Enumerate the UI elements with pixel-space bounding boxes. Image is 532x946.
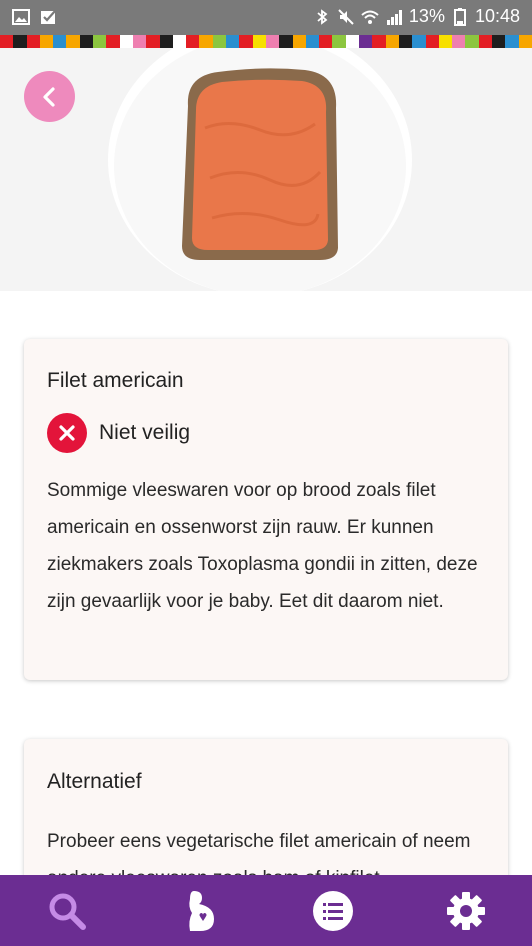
status-left-icons — [12, 8, 58, 26]
food-info-card: Filet americain Niet veilig Sommige vlee… — [24, 339, 508, 680]
stripe-segment — [332, 35, 346, 48]
stripe-segment — [13, 35, 27, 48]
stripe-segment — [159, 35, 173, 48]
stripe-segment — [26, 35, 40, 48]
food-hero-image — [0, 48, 532, 291]
back-button[interactable] — [24, 71, 75, 122]
stripe-segment — [505, 35, 519, 48]
stripe-segment — [106, 35, 120, 48]
battery-icon — [453, 7, 466, 26]
x-circle-icon — [47, 413, 87, 453]
stripe-segment — [518, 35, 532, 48]
nav-settings[interactable] — [399, 875, 532, 946]
battery-percent: 13% — [408, 6, 445, 26]
food-title: Filet americain — [47, 369, 184, 392]
stripe-segment — [212, 35, 227, 48]
stripe-segment — [478, 35, 492, 48]
stripe-segment — [132, 35, 147, 48]
stripe-segment — [425, 35, 439, 48]
status-bar: 13% 10:48 — [0, 0, 532, 35]
stripe-segment — [345, 35, 360, 48]
stripe-segment — [146, 35, 160, 48]
stripe-segment — [265, 35, 280, 48]
bread-image — [0, 48, 532, 291]
nav-search[interactable] — [0, 875, 133, 946]
stripe-segment — [372, 35, 386, 48]
stripe-segment — [305, 35, 320, 48]
nav-list[interactable] — [266, 875, 399, 946]
nav-pregnancy[interactable] — [133, 875, 266, 946]
signal-icon — [386, 9, 402, 25]
settings-icon — [446, 891, 485, 930]
stripe-segment — [319, 35, 333, 48]
bluetooth-icon — [317, 8, 328, 25]
wifi-icon — [361, 10, 379, 24]
stripe-segment — [172, 35, 187, 48]
stripe-segment — [39, 35, 54, 48]
stripe-segment — [0, 35, 14, 48]
stripe-segment — [398, 35, 413, 48]
stripe-segment — [226, 35, 240, 48]
food-description: Sommige vleeswaren voor op brood zoals f… — [47, 480, 478, 612]
stripe-segment — [186, 35, 200, 48]
stripe-segment — [53, 35, 67, 48]
image-icon — [12, 9, 30, 25]
check-mail-icon — [41, 10, 56, 24]
stripe-segment — [385, 35, 399, 48]
stripe-segment — [465, 35, 479, 48]
stripe-segment — [292, 35, 306, 48]
stripe-segment — [452, 35, 466, 48]
pregnancy-icon — [188, 890, 214, 931]
stripe-segment — [359, 35, 373, 48]
status-right: 13% 10:48 — [313, 6, 520, 27]
bottom-nav — [0, 875, 532, 946]
search-icon — [49, 893, 86, 930]
status-time: 10:48 — [474, 6, 520, 26]
stripe-segment — [93, 35, 107, 48]
color-stripe — [0, 35, 532, 48]
stripe-segment — [239, 35, 253, 48]
back-arrow-icon — [42, 86, 55, 107]
stripe-segment — [66, 35, 80, 48]
stripe-segment — [438, 35, 453, 48]
stripe-segment — [252, 35, 266, 48]
mute-icon — [338, 8, 354, 25]
safety-verdict: Niet veilig — [47, 413, 190, 453]
stripe-segment — [491, 35, 506, 48]
stripe-segment — [119, 35, 133, 48]
stripe-segment — [279, 35, 293, 48]
stripe-segment — [412, 35, 426, 48]
alternative-title: Alternatief — [47, 770, 142, 793]
list-icon — [312, 890, 353, 931]
stripe-segment — [79, 35, 94, 48]
stripe-segment — [199, 35, 213, 48]
verdict-label: Niet veilig — [99, 421, 191, 444]
